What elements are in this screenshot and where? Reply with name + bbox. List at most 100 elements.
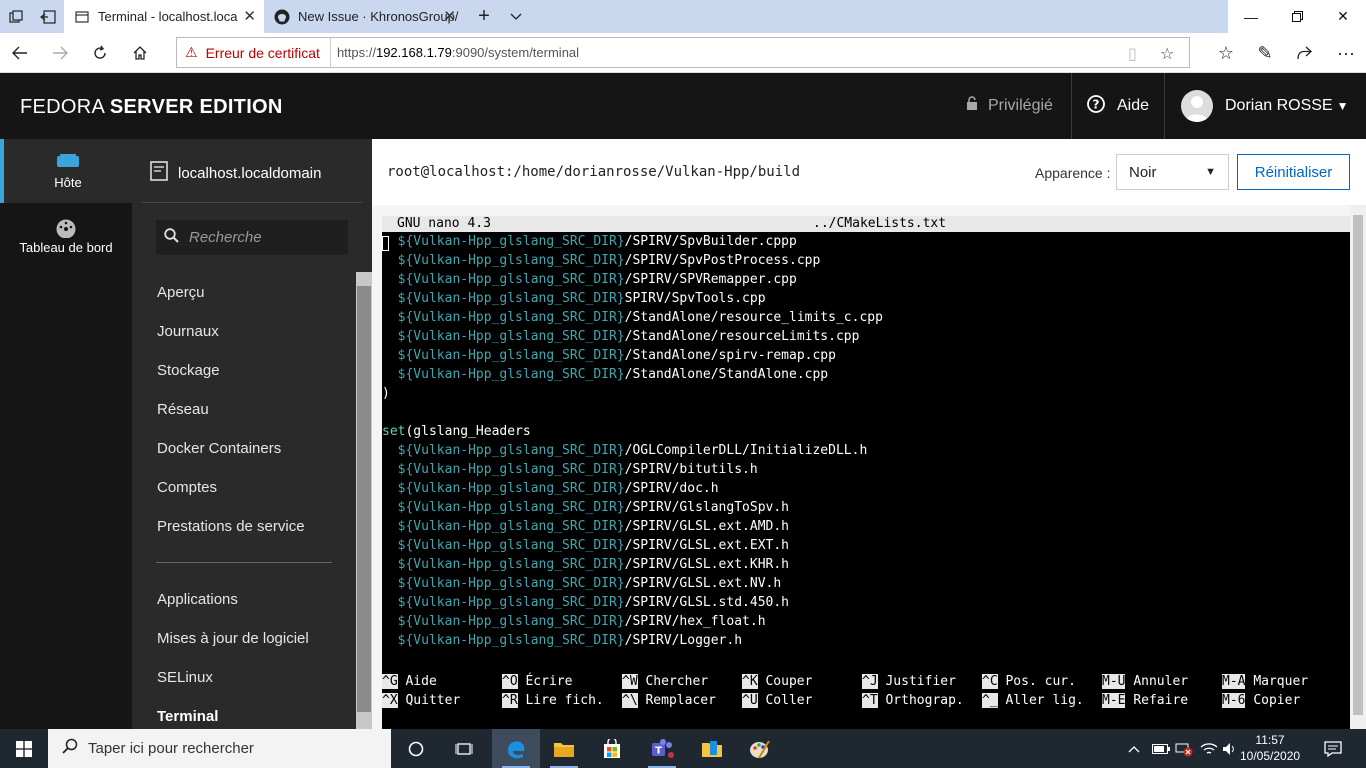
shortcut-item: ^\ Remplacer	[622, 691, 716, 710]
new-tab-icon[interactable]: +	[468, 0, 500, 33]
avatar	[1181, 90, 1213, 122]
menu-logs[interactable]: Journaux	[157, 323, 219, 340]
menu-scrollbar[interactable]	[356, 272, 372, 729]
restore-icon[interactable]	[1274, 0, 1320, 33]
caret-down-icon: ▼	[1336, 99, 1349, 113]
windows-start-icon[interactable]	[0, 729, 48, 768]
favorites-icon[interactable]: ☆	[1206, 33, 1246, 73]
shortcut-label: Chercher	[645, 674, 709, 689]
task-view-icon[interactable]	[440, 729, 488, 768]
menu-terminal[interactable]: Terminal	[157, 708, 218, 725]
notifications-icon[interactable]	[1324, 729, 1342, 768]
github-icon	[274, 9, 290, 25]
menu-services[interactable]: Prestations de service	[157, 518, 305, 535]
file-explorer-icon[interactable]	[540, 729, 588, 768]
cmake-variable: ${Vulkan-Hpp_glslang_SRC_DIR}	[397, 367, 625, 382]
cmake-variable: ${Vulkan-Hpp_glslang_SRC_DIR}	[397, 519, 625, 534]
nav-host[interactable]: Hôte	[0, 139, 132, 203]
page-icon	[74, 9, 90, 25]
teams-icon[interactable]: T	[638, 729, 686, 768]
file-manager-icon[interactable]	[688, 729, 736, 768]
search-input[interactable]: Recherche	[156, 220, 348, 255]
tab-title: Terminal - localhost.loca	[98, 9, 238, 24]
tab-actions-icon[interactable]	[0, 0, 32, 33]
menu-docker[interactable]: Docker Containers	[157, 440, 281, 457]
menu-accounts[interactable]: Comptes	[157, 479, 217, 496]
certificate-warning[interactable]: ⚠ Erreur de certificat	[177, 38, 331, 67]
terminal-scrollbar[interactable]	[1350, 205, 1366, 729]
caret-down-icon: ▼	[1205, 166, 1216, 178]
cmake-variable: ${Vulkan-Hpp_glslang_SRC_DIR}	[397, 538, 625, 553]
privileged-indicator[interactable]: Privilégié	[966, 73, 1053, 139]
chevron-down-icon[interactable]	[500, 0, 532, 33]
terminal-line: ${Vulkan-Hpp_glslang_SRC_DIR}/SPIRV/SpvB…	[382, 232, 797, 251]
edge-icon[interactable]	[492, 729, 540, 768]
close-tab-icon[interactable]: ✕	[243, 9, 256, 24]
share-icon[interactable]	[1284, 33, 1324, 73]
shortcut-key: ^J	[862, 674, 878, 689]
menu-network[interactable]: Réseau	[157, 401, 209, 418]
line-text: /SPIRV/SpvPostProcess.cpp	[624, 253, 821, 268]
battery-icon[interactable]	[1152, 729, 1170, 768]
address-bar[interactable]: ⚠ Erreur de certificat https://192.168.1…	[176, 37, 1190, 68]
shortcut-label: Remplacer	[645, 693, 716, 708]
wifi-icon[interactable]	[1200, 729, 1218, 768]
minimize-icon[interactable]: —	[1228, 0, 1274, 33]
dashboard-icon	[0, 218, 132, 239]
scrollbar-thumb[interactable]	[1353, 215, 1363, 715]
paint-icon[interactable]	[736, 729, 784, 768]
shortcut-label: Coller	[765, 693, 813, 708]
shortcut-item: M-E Refaire	[1102, 691, 1188, 710]
chevron-up-icon[interactable]	[1128, 729, 1140, 768]
tab-github-issue[interactable]: New Issue · KhronosGroup/ ✕	[264, 0, 464, 33]
shortcut-key: ^U	[742, 693, 758, 708]
cmake-variable: ${Vulkan-Hpp_glslang_SRC_DIR}	[397, 443, 625, 458]
shortcut-key: ^O	[502, 674, 518, 689]
home-icon[interactable]	[120, 33, 160, 73]
document-icon	[150, 161, 168, 185]
line-text: /SPIRV/GlslangToSpv.h	[624, 500, 790, 515]
back-icon[interactable]	[0, 33, 40, 73]
menu-selinux[interactable]: SELinux	[157, 669, 213, 686]
cmake-variable: ${Vulkan-Hpp_glslang_SRC_DIR}	[397, 291, 625, 306]
volume-icon[interactable]	[1222, 729, 1238, 768]
browser-tab-bar: Terminal - localhost.loca ✕ New Issue · …	[0, 0, 1366, 33]
terminal-line: ${Vulkan-Hpp_glslang_SRC_DIR}/StandAlone…	[382, 308, 883, 327]
more-icon[interactable]: ···	[1326, 33, 1366, 73]
terminal-screen[interactable]: GNU nano 4.3 ../CMakeLists.txt ${Vulkan-…	[382, 216, 1350, 729]
nav-dashboard[interactable]: Tableau de bord	[0, 204, 132, 268]
shortcut-key: ^X	[382, 693, 398, 708]
user-menu[interactable]: Dorian ROSSE ▼	[1181, 73, 1348, 139]
brand-logo: FEDORA SERVER EDITION	[20, 96, 283, 118]
host-menu: localhost.localdomain Recherche Aperçu J…	[132, 139, 372, 729]
taskbar-search-input[interactable]: Taper ici pour rechercher	[48, 729, 391, 768]
menu-divider	[156, 562, 332, 563]
reading-view-icon[interactable]: ▯	[1128, 44, 1137, 64]
menu-software-updates[interactable]: Mises à jour de logiciel	[157, 630, 309, 647]
close-window-icon[interactable]: ✕	[1320, 0, 1366, 33]
favorite-star-icon[interactable]: ☆	[1160, 44, 1174, 64]
tab-terminal[interactable]: Terminal - localhost.loca ✕	[64, 0, 264, 33]
shortcut-key: M-A	[1222, 674, 1246, 689]
network-error-icon[interactable]	[1174, 729, 1194, 768]
reset-button[interactable]: Réinitialiser	[1237, 154, 1350, 190]
close-tab-icon[interactable]: ✕	[443, 9, 456, 24]
line-text: /StandAlone/resourceLimits.cpp	[624, 329, 860, 344]
cortana-icon[interactable]	[392, 729, 440, 768]
store-icon[interactable]	[588, 729, 636, 768]
scrollbar-thumb[interactable]	[357, 286, 371, 712]
menu-applications[interactable]: Applications	[157, 591, 238, 608]
menu-overview[interactable]: Aperçu	[157, 284, 205, 301]
terminal-line: ${Vulkan-Hpp_glslang_SRC_DIR}/SPIRV/Glsl…	[382, 498, 789, 517]
pen-icon[interactable]: ✎	[1245, 33, 1285, 73]
set-aside-tabs-icon[interactable]	[32, 0, 64, 33]
shortcut-item: ^K Couper	[742, 672, 812, 691]
menu-storage[interactable]: Stockage	[157, 362, 220, 379]
terminal-line: ${Vulkan-Hpp_glslang_SRC_DIR}/SPIRV/GLSL…	[382, 555, 789, 574]
terminal-line: set(glslang_Headers	[382, 422, 531, 441]
forward-icon[interactable]	[40, 33, 80, 73]
help-button[interactable]: ? Aide	[1087, 73, 1149, 139]
system-clock[interactable]: 11:57 10/05/2020	[1240, 732, 1300, 764]
appearance-select[interactable]: Noir ▼	[1116, 154, 1229, 190]
refresh-icon[interactable]	[80, 33, 120, 73]
